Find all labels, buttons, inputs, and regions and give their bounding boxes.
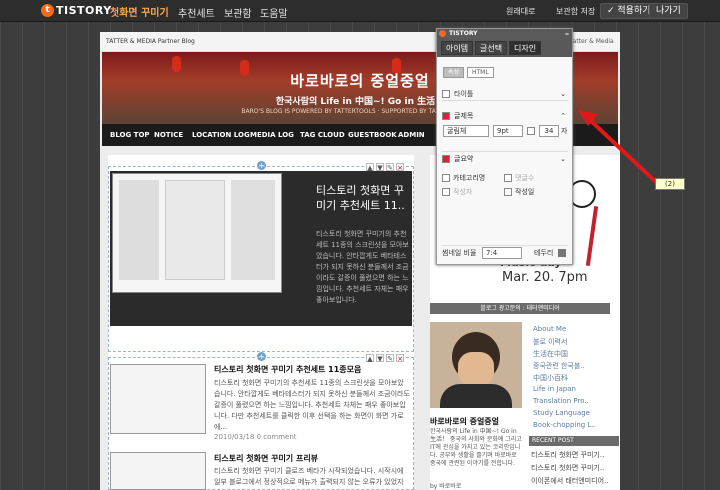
annotation-arrow xyxy=(578,110,659,185)
annotation-callout: (2) xyxy=(655,178,685,190)
